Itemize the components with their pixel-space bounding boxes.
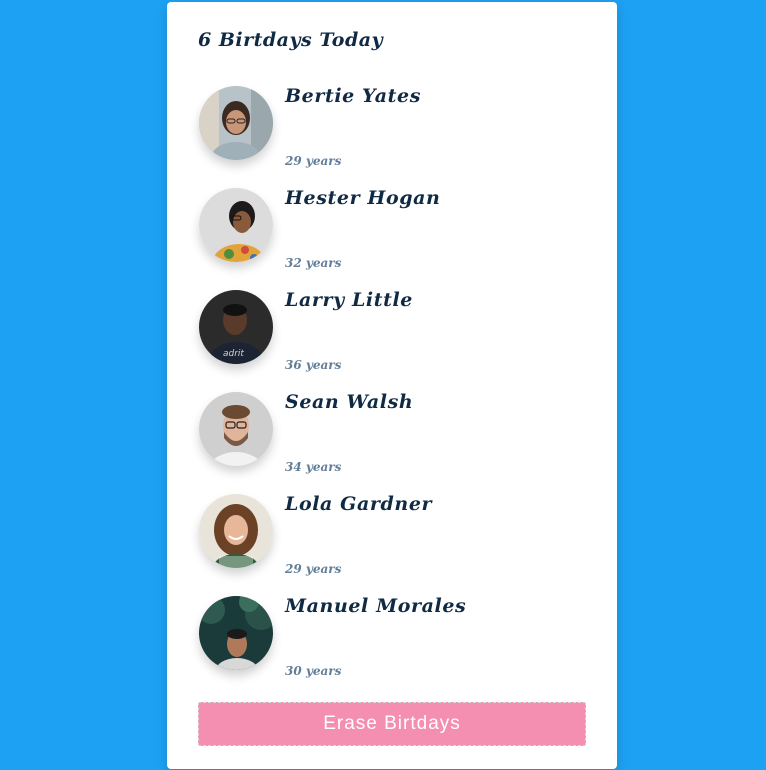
- birthday-card: 6 Birtdays Today Bertie Yates 29 years H…: [167, 2, 617, 769]
- person-age: 30 years: [285, 664, 342, 678]
- avatar: [199, 596, 273, 670]
- person-age: 29 years: [285, 562, 342, 576]
- person-name: Bertie Yates: [285, 85, 422, 107]
- birthday-list: Bertie Yates 29 years Hester Hogan 32 ye…: [198, 84, 586, 696]
- list-item: Bertie Yates 29 years: [198, 84, 586, 168]
- person-name: Sean Walsh: [285, 391, 414, 413]
- erase-birthdays-button[interactable]: Erase Birtdays: [198, 702, 586, 746]
- avatar: [199, 188, 273, 262]
- avatar: [199, 86, 273, 160]
- person-info: Manuel Morales 30 years: [285, 594, 467, 678]
- person-info: Sean Walsh 34 years: [285, 390, 414, 474]
- avatar: [199, 392, 273, 466]
- list-item: adrit Larry Little 36 years: [198, 288, 586, 372]
- person-name: Larry Little: [285, 289, 413, 311]
- svg-text:adrit: adrit: [223, 349, 244, 359]
- person-age: 29 years: [285, 154, 342, 168]
- person-info: Larry Little 36 years: [285, 288, 413, 372]
- list-item: Sean Walsh 34 years: [198, 390, 586, 474]
- list-item: Hester Hogan 32 years: [198, 186, 586, 270]
- person-age: 36 years: [285, 358, 342, 372]
- list-item: Lola Gardner 29 years: [198, 492, 586, 576]
- person-age: 32 years: [285, 256, 342, 270]
- page-title: 6 Birtdays Today: [198, 29, 384, 51]
- person-name: Hester Hogan: [285, 187, 441, 209]
- person-name: Lola Gardner: [285, 493, 433, 515]
- person-info: Bertie Yates 29 years: [285, 84, 422, 168]
- avatar: [199, 494, 273, 568]
- list-item: Manuel Morales 30 years: [198, 594, 586, 678]
- avatar: adrit: [199, 290, 273, 364]
- person-info: Hester Hogan 32 years: [285, 186, 441, 270]
- person-info: Lola Gardner 29 years: [285, 492, 433, 576]
- person-name: Manuel Morales: [285, 595, 467, 617]
- person-age: 34 years: [285, 460, 342, 474]
